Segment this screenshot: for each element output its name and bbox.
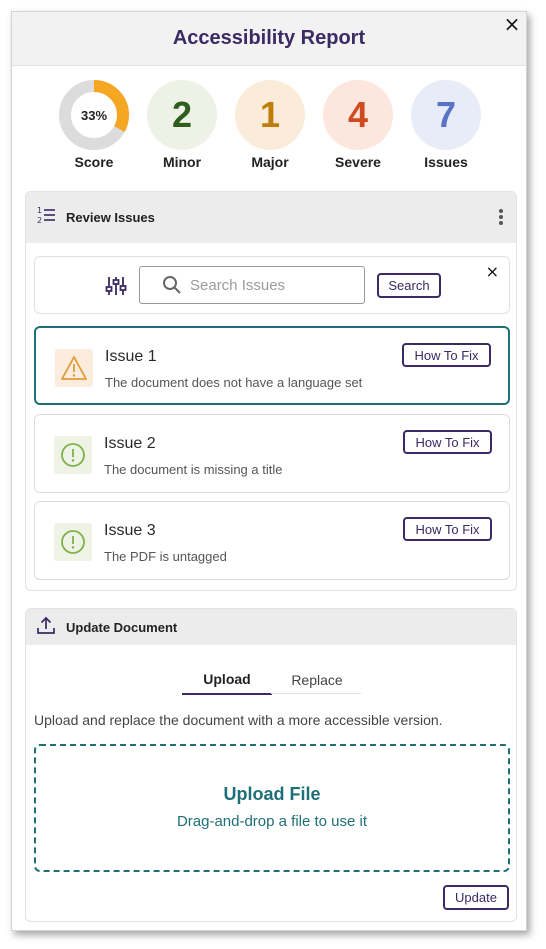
issue-title: Issue 1 <box>105 348 157 365</box>
minor-label: Minor <box>162 154 202 170</box>
tab-replace[interactable]: Replace <box>272 665 362 695</box>
score-value: 33% <box>80 107 108 123</box>
minor-count: 2 <box>147 80 217 150</box>
update-button[interactable]: Update <box>443 885 509 910</box>
review-issues-title: Review Issues <box>66 210 155 225</box>
minor-stat: 2 Minor <box>146 80 218 170</box>
svg-text:2: 2 <box>37 216 42 225</box>
svg-text:1: 1 <box>37 206 42 215</box>
how-to-fix-button[interactable]: How To Fix <box>402 343 491 367</box>
panel-header: Accessibility Report <box>12 12 526 66</box>
how-to-fix-button[interactable]: How To Fix <box>403 430 492 454</box>
review-issues-section: 1 2 Review Issues Search Issues Search ×… <box>25 191 517 591</box>
issues-count: 7 <box>411 80 481 150</box>
more-options-icon[interactable] <box>498 209 504 227</box>
issue-description: The document does not have a language se… <box>105 375 363 390</box>
exclamation-circle-icon <box>54 523 92 561</box>
review-issues-header[interactable]: 1 2 Review Issues <box>26 192 516 243</box>
how-to-fix-button[interactable]: How To Fix <box>403 517 492 541</box>
issues-label: Issues <box>424 154 468 170</box>
warning-icon <box>55 349 93 387</box>
score-label: Score <box>74 154 114 170</box>
score-stat: 33% Score <box>58 80 130 170</box>
stats-row: 33% Score 2 Minor 1 Major 4 Severe 7 Iss… <box>12 66 526 190</box>
exclamation-circle-icon <box>54 436 92 474</box>
issue-title: Issue 3 <box>104 522 156 539</box>
dropzone-title: Upload File <box>223 784 321 804</box>
clear-search-icon[interactable]: × <box>486 262 499 281</box>
tab-upload[interactable]: Upload <box>182 665 272 695</box>
score-donut: 33% <box>59 80 129 150</box>
filter-sliders-icon[interactable] <box>105 275 127 297</box>
issue-card-3[interactable]: Issue 3 The PDF is untagged How To Fix <box>34 501 510 580</box>
severe-stat: 4 Severe <box>322 80 394 170</box>
major-stat: 1 Major <box>234 80 306 170</box>
issue-title: Issue 2 <box>104 435 156 452</box>
accessibility-report-panel: Accessibility Report 33% Score 2 Minor 1… <box>11 11 527 931</box>
issues-stat: 7 Issues <box>410 80 482 170</box>
major-count: 1 <box>235 80 305 150</box>
update-document-header[interactable]: Update Document <box>26 609 516 645</box>
issue-search-bar: Search × <box>34 256 510 314</box>
issue-card-1[interactable]: Issue 1 The document does not have a lan… <box>34 326 510 405</box>
search-button[interactable]: Search <box>377 273 441 298</box>
update-document-section: Update Document Upload Replace Upload an… <box>25 608 517 922</box>
file-dropzone[interactable]: Upload File Drag-and-drop a file to use … <box>34 744 510 872</box>
update-document-title: Update Document <box>66 619 178 635</box>
search-field[interactable] <box>139 266 365 304</box>
major-label: Major <box>251 154 289 170</box>
numbered-list-icon: 1 2 <box>36 205 56 230</box>
panel-title: Accessibility Report <box>172 27 366 49</box>
upload-icon <box>36 615 56 640</box>
search-icon <box>162 275 182 295</box>
tab-divider <box>271 693 361 694</box>
severe-label: Severe <box>335 154 381 170</box>
close-icon[interactable]: × <box>501 13 523 35</box>
search-input[interactable] <box>182 268 362 302</box>
upload-description: Upload and replace the document with a m… <box>34 712 443 728</box>
severe-count: 4 <box>323 80 393 150</box>
issue-description: The document is missing a title <box>104 462 283 477</box>
issue-description: The PDF is untagged <box>104 549 227 564</box>
issue-card-2[interactable]: Issue 2 The document is missing a title … <box>34 414 510 493</box>
dropzone-subtitle: Drag-and-drop a file to use it <box>176 813 368 830</box>
